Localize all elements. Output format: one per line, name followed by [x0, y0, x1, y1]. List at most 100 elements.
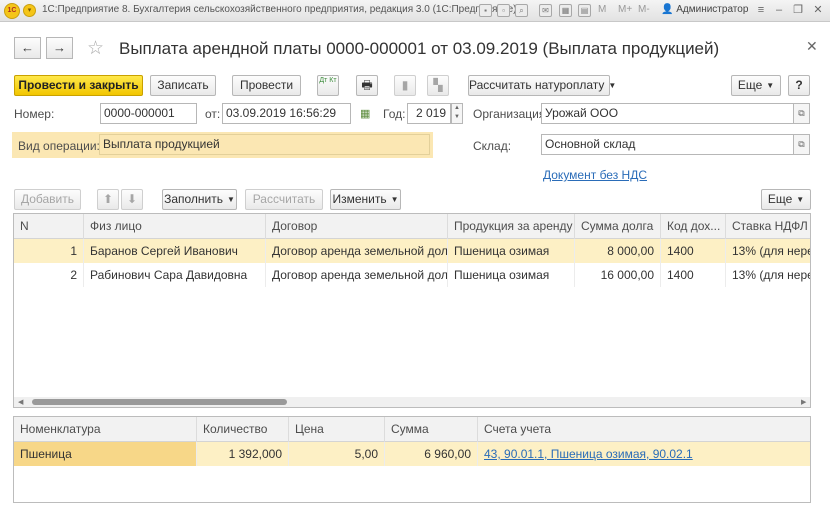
fill-label: Заполнить: [164, 192, 223, 206]
favorite-star-icon[interactable]: ☆: [87, 37, 104, 60]
income-code-cell[interactable]: 1400: [661, 239, 726, 263]
save-button[interactable]: Записать: [150, 75, 216, 96]
table-row[interactable]: 1 Баранов Сергей Иванович Договор аренда…: [14, 239, 810, 263]
memory-m-button[interactable]: M: [598, 4, 606, 15]
contract-cell[interactable]: Договор аренда земельной доли: [266, 263, 448, 287]
scroll-left-icon[interactable]: ◀: [18, 398, 23, 406]
organization-field[interactable]: Урожай ООО: [541, 103, 794, 124]
scrollbar-thumb[interactable]: [32, 399, 287, 405]
column-header-debt[interactable]: Сумма долга: [575, 214, 661, 239]
post-button[interactable]: Провести: [232, 75, 301, 96]
horizontal-scrollbar[interactable]: ◀ ▶: [14, 397, 810, 407]
calculate-button[interactable]: Рассчитать: [245, 189, 323, 210]
printer-icon: 🖶: [361, 78, 373, 92]
product-cell[interactable]: Пшеница озимая: [448, 263, 575, 287]
fill-button[interactable]: Заполнить ▼: [162, 189, 237, 210]
contract-cell[interactable]: Договор аренда земельной доли: [266, 239, 448, 263]
post-and-close-button[interactable]: Провести и закрыть: [14, 75, 143, 96]
debt-cell[interactable]: 16 000,00: [575, 263, 661, 287]
warehouse-open-icon[interactable]: ⧉: [793, 134, 810, 155]
number-field[interactable]: 0000-000001: [100, 103, 197, 124]
calendar-pick-icon[interactable]: ▦: [360, 107, 370, 120]
calculator-icon[interactable]: ▦: [559, 4, 572, 17]
column-header-quantity[interactable]: Количество: [197, 417, 289, 442]
income-code-cell[interactable]: 1400: [661, 263, 726, 287]
column-header-product[interactable]: Продукция за аренду: [448, 214, 575, 239]
arrow-right-icon: →: [53, 40, 66, 55]
report-icon: ▮: [401, 78, 409, 92]
detail-table: Номенклатура Количество Цена Сумма Счета…: [13, 416, 811, 503]
warehouse-field[interactable]: Основной склад: [541, 134, 794, 155]
date-field[interactable]: 03.09.2019 16:56:29: [222, 103, 351, 124]
vat-document-link[interactable]: Документ без НДС: [543, 168, 647, 182]
app-logo-icon[interactable]: 1С: [4, 3, 20, 19]
user-name[interactable]: 👤 Администратор: [661, 4, 748, 15]
change-label: Изменить: [332, 192, 387, 206]
chevron-down-icon: ▼: [390, 195, 399, 204]
calc-natural-button[interactable]: Рассчитать натуроплату ▼: [468, 75, 616, 96]
settings-menu-icon[interactable]: ≡: [754, 3, 768, 18]
arrow-up-icon: ⬆: [102, 192, 114, 206]
memory-m-minus-button[interactable]: M-: [638, 4, 650, 15]
back-button[interactable]: ←: [14, 37, 41, 59]
report-button[interactable]: ▮: [394, 75, 416, 96]
restore-icon[interactable]: ❐: [791, 3, 805, 18]
price-cell[interactable]: 5,00: [289, 442, 385, 466]
column-header-sum[interactable]: Сумма: [385, 417, 478, 442]
document-close-icon[interactable]: ✕: [806, 38, 818, 55]
message-icon[interactable]: ✉: [539, 4, 552, 17]
column-header-contract[interactable]: Договор: [266, 214, 448, 239]
ndfl-rate-cell[interactable]: 13% (для нерезид: [726, 239, 810, 263]
search-icon[interactable]: ⌕: [515, 4, 528, 17]
table-row[interactable]: Пшеница 1 392,000 5,00 6 960,00 43, 90.0…: [14, 442, 810, 466]
operation-type-field[interactable]: Выплата продукцией: [99, 134, 430, 155]
change-button[interactable]: Изменить ▼: [330, 189, 401, 210]
main-menu-icon[interactable]: ▾: [23, 4, 36, 17]
structure-button[interactable]: ▚: [427, 75, 449, 96]
move-down-button[interactable]: ⬇: [121, 189, 143, 210]
organization-open-icon[interactable]: ⧉: [793, 103, 810, 124]
nomenclature-cell[interactable]: Пшеница: [14, 442, 197, 466]
column-header-ndfl-rate[interactable]: Ставка НДФЛ: [726, 214, 810, 239]
add-row-button[interactable]: Добавить: [14, 189, 81, 210]
arrow-down-icon: ⬇: [126, 192, 138, 206]
accounts-link[interactable]: 43, 90.01.1, Пшеница озимая, 90.02.1: [478, 442, 810, 466]
forward-button[interactable]: →: [46, 37, 73, 59]
more-button[interactable]: Еще ▼: [731, 75, 781, 96]
print-icon[interactable]: ▫: [497, 4, 510, 17]
print-button[interactable]: 🖶: [356, 75, 378, 96]
table-more-label: Еще: [767, 192, 793, 206]
column-header-n[interactable]: N: [14, 214, 84, 239]
sum-cell[interactable]: 6 960,00: [385, 442, 478, 466]
column-header-income-code[interactable]: Код дох...: [661, 214, 726, 239]
scroll-right-icon[interactable]: ▶: [801, 398, 806, 406]
window-close-icon[interactable]: ✕: [811, 3, 825, 18]
column-header-nomenclature[interactable]: Номенклатура: [14, 417, 197, 442]
organization-label: Организация:: [473, 107, 549, 121]
calendar-icon[interactable]: ▤: [578, 4, 591, 17]
person-cell[interactable]: Баранов Сергей Иванович: [84, 239, 266, 263]
debt-cell[interactable]: 8 000,00: [575, 239, 661, 263]
table-more-button[interactable]: Еще ▼: [761, 189, 811, 210]
person-cell[interactable]: Рабинович Сара Давидовна: [84, 263, 266, 287]
table-row[interactable]: 2 Рабинович Сара Давидовна Договор аренд…: [14, 263, 810, 287]
user-icon: 👤: [661, 4, 674, 15]
save-file-icon[interactable]: ▪: [479, 4, 492, 17]
move-up-button[interactable]: ⬆: [97, 189, 119, 210]
quantity-cell[interactable]: 1 392,000: [197, 442, 289, 466]
year-stepper[interactable]: ▲ ▼: [451, 103, 463, 124]
chevron-down-icon: ▼: [766, 81, 775, 90]
row-number: 1: [14, 239, 84, 263]
column-header-accounts[interactable]: Счета учета: [478, 417, 810, 442]
help-button[interactable]: ?: [788, 75, 810, 96]
dt-kt-button[interactable]: Дт Кт: [317, 75, 339, 96]
memory-m-plus-button[interactable]: M+: [618, 4, 632, 15]
column-header-price[interactable]: Цена: [289, 417, 385, 442]
arrow-left-icon: ←: [21, 40, 34, 55]
ndfl-rate-cell[interactable]: 13% (для нерезид: [726, 263, 810, 287]
row-number: 2: [14, 263, 84, 287]
product-cell[interactable]: Пшеница озимая: [448, 239, 575, 263]
year-field[interactable]: 2 019: [407, 103, 451, 124]
column-header-person[interactable]: Физ лицо: [84, 214, 266, 239]
minimize-icon[interactable]: –: [772, 3, 786, 18]
